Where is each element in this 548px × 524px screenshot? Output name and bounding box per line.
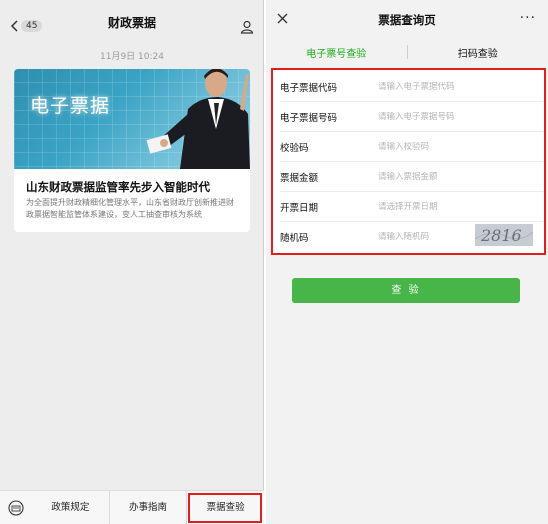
captcha-image[interactable]: 2816 [475, 224, 533, 246]
profile-button[interactable] [240, 20, 254, 37]
invoice-code-label: 电子票据代码 [280, 83, 338, 94]
amount-label: 票据金额 [280, 173, 319, 184]
invoice-number-label: 电子票据号码 [280, 113, 338, 124]
page-title: 财政票据 [107, 15, 156, 30]
back-button[interactable]: 45 [10, 20, 43, 32]
menu-item-policy[interactable]: 政策规定 [32, 491, 109, 524]
keyboard-toggle-button[interactable] [0, 499, 32, 516]
form-row-issue-date: 开票日期 [273, 192, 544, 222]
person-icon [240, 20, 254, 34]
chat-header: 45 财政票据 [0, 0, 264, 44]
form-row-random-code: 随机码 2816 [273, 222, 544, 252]
check-code-label: 校验码 [280, 143, 309, 154]
chevron-left-icon [10, 20, 18, 32]
message-timestamp: 11月9日 10:24 [100, 52, 164, 62]
form-row-invoice-number: 电子票据号码 [273, 102, 544, 132]
invoice-query-panel: 票据查询页 ··· 电子票号查验 扫码查验 电子票据代码 电子票据号码 校验码 … [266, 0, 548, 524]
query-tabs: 电子票号查验 扫码查验 [266, 40, 548, 64]
form-row-amount: 票据金额 [273, 162, 544, 192]
keyboard-icon [8, 499, 24, 516]
form-row-invoice-code: 电子票据代码 [273, 72, 544, 102]
businessman-illustration [146, 69, 250, 169]
more-options-button[interactable]: ··· [520, 10, 536, 26]
issue-date-label: 开票日期 [280, 203, 319, 214]
verify-button[interactable]: 查 验 [292, 278, 520, 303]
bottom-menu: 政策规定 办事指南 票据查验 [0, 490, 264, 524]
check-code-input[interactable] [378, 142, 478, 152]
official-account-chat-panel: 45 财政票据 11月9日 10:24 电子票据 山东财政票据监管率先步入智能时… [0, 0, 264, 524]
article-description: 为全面提升财政精细化管理水平，山东省财政厅创新推进财政票据智能监管体系建设，变人… [26, 198, 234, 219]
article-card[interactable]: 电子票据 山东财政票据监管率先步入智能时代 为全面提升财政精细化管理水平，山东省… [14, 69, 250, 232]
query-page-title: 票据查询页 [378, 13, 436, 27]
tab-scan-code[interactable]: 扫码查验 [408, 45, 548, 60]
menu-item-guide[interactable]: 办事指南 [108, 490, 187, 524]
tab-electronic-number[interactable]: 电子票号查验 [266, 45, 407, 60]
form-row-check-code: 校验码 [273, 132, 544, 162]
random-code-label: 随机码 [280, 233, 309, 244]
amount-input[interactable] [378, 172, 478, 182]
invoice-code-input[interactable] [378, 82, 478, 92]
issue-date-input[interactable] [378, 202, 478, 212]
banner-text: 电子票据 [30, 95, 111, 117]
article-banner-image: 电子票据 [14, 69, 250, 169]
invoice-query-form: 电子票据代码 电子票据号码 校验码 票据金额 开票日期 随机码 [271, 68, 546, 255]
invoice-number-input[interactable] [378, 112, 478, 122]
unread-count-badge: 45 [21, 20, 43, 32]
query-header: 票据查询页 ··· [266, 0, 548, 40]
article-title: 山东财政票据监管率先步入智能时代 [26, 180, 210, 194]
random-code-input[interactable] [378, 232, 478, 242]
menu-item-invoice-verify[interactable]: 票据查验 [186, 490, 264, 524]
captcha-text: 2816 [480, 226, 522, 245]
